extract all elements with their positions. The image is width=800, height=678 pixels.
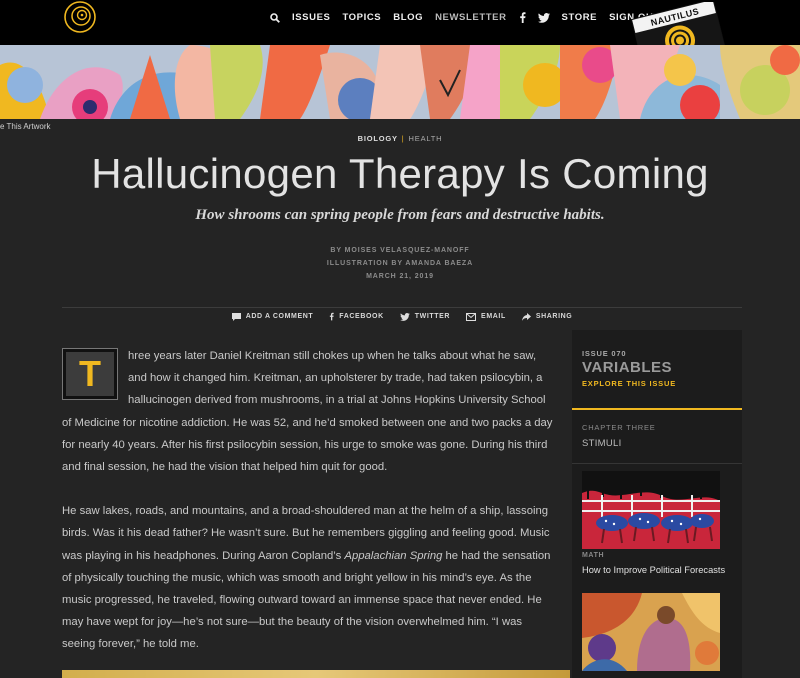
sharing-button[interactable]: SHARING <box>521 312 573 321</box>
email-share-button[interactable]: EMAIL <box>466 312 506 321</box>
related-article-category[interactable]: MATH <box>582 552 604 559</box>
related-article-title[interactable]: How to Improve Political Forecasts <box>582 565 725 575</box>
nav-blog[interactable]: BLOG <box>393 12 423 23</box>
top-nav-bar: ISSUES TOPICS BLOG NEWSLETTER STORE SIGN… <box>0 0 800 62</box>
category-biology[interactable]: BIOLOGY <box>358 134 398 143</box>
share-bar: ADD A COMMENT FACEBOOK TWITTER EMAIL SHA… <box>62 312 742 321</box>
artwork-caption[interactable]: e This Artwork <box>0 122 51 131</box>
article-paragraph: Three years later Daniel Kreitman still … <box>62 348 553 474</box>
comment-icon <box>231 312 241 321</box>
issue-number[interactable]: ISSUE 070 <box>582 349 626 358</box>
nav-newsletter[interactable]: NEWSLETTER <box>435 12 506 23</box>
search-icon[interactable] <box>270 12 280 23</box>
sidebar-divider <box>572 463 742 464</box>
add-comment-button[interactable]: ADD A COMMENT <box>231 312 314 321</box>
chapter-name[interactable]: STIMULI <box>582 438 622 449</box>
add-comment-label: ADD A COMMENT <box>245 313 314 320</box>
author-byline[interactable]: BY MOISES VELASQUEZ-MANOFF <box>0 247 800 254</box>
explore-issue-link[interactable]: EXPLORE THIS ISSUE <box>582 379 676 388</box>
article-subtitle: How shrooms can spring people from fears… <box>195 207 605 223</box>
illustrator-byline[interactable]: ILLUSTRATION BY AMANDA BAEZA <box>0 260 800 267</box>
hero-illustration <box>0 45 800 119</box>
drop-cap: T <box>62 348 118 400</box>
sharing-label: SHARING <box>535 313 573 320</box>
twitter-label: TWITTER <box>414 313 451 320</box>
issue-theme[interactable]: VARIABLES <box>582 359 672 376</box>
article-image <box>62 670 570 678</box>
related-article-thumbnail[interactable] <box>582 593 720 671</box>
category-health[interactable]: HEALTH <box>409 134 443 143</box>
related-article-thumbnail[interactable] <box>582 471 720 549</box>
twitter-icon[interactable] <box>537 12 550 23</box>
article-title: Hallucinogen Therapy Is Coming <box>91 150 709 197</box>
nav-topics[interactable]: TOPICS <box>342 12 381 23</box>
twitter-icon <box>399 312 410 321</box>
article-paragraph: He saw lakes, roads, and mountains, and … <box>62 505 551 651</box>
email-icon <box>466 312 477 321</box>
publish-date: MARCH 21, 2019 <box>366 273 434 280</box>
category-divider: | <box>401 134 405 143</box>
twitter-share-button[interactable]: TWITTER <box>399 312 451 321</box>
facebook-icon[interactable] <box>519 12 526 23</box>
email-label: EMAIL <box>481 313 506 320</box>
facebook-share-button[interactable]: FACEBOOK <box>329 312 383 321</box>
nav-store[interactable]: STORE <box>562 12 598 23</box>
category-line: BIOLOGY | HEALTH <box>0 134 800 143</box>
issue-sidebar: ISSUE 070 VARIABLES EXPLORE THIS ISSUE C… <box>572 330 742 678</box>
chapter-label: CHAPTER THREE <box>582 423 656 432</box>
facebook-icon <box>330 312 334 321</box>
share-arrow-icon <box>521 312 531 321</box>
nautilus-logo[interactable] <box>60 0 100 38</box>
article-body: Three years later Daniel Kreitman still … <box>62 345 558 678</box>
song-title: Appalachian Spring <box>344 549 443 562</box>
header-divider <box>62 307 742 308</box>
nav-issues[interactable]: ISSUES <box>292 12 330 23</box>
accent-divider <box>572 408 742 410</box>
facebook-label: FACEBOOK <box>339 313 384 320</box>
